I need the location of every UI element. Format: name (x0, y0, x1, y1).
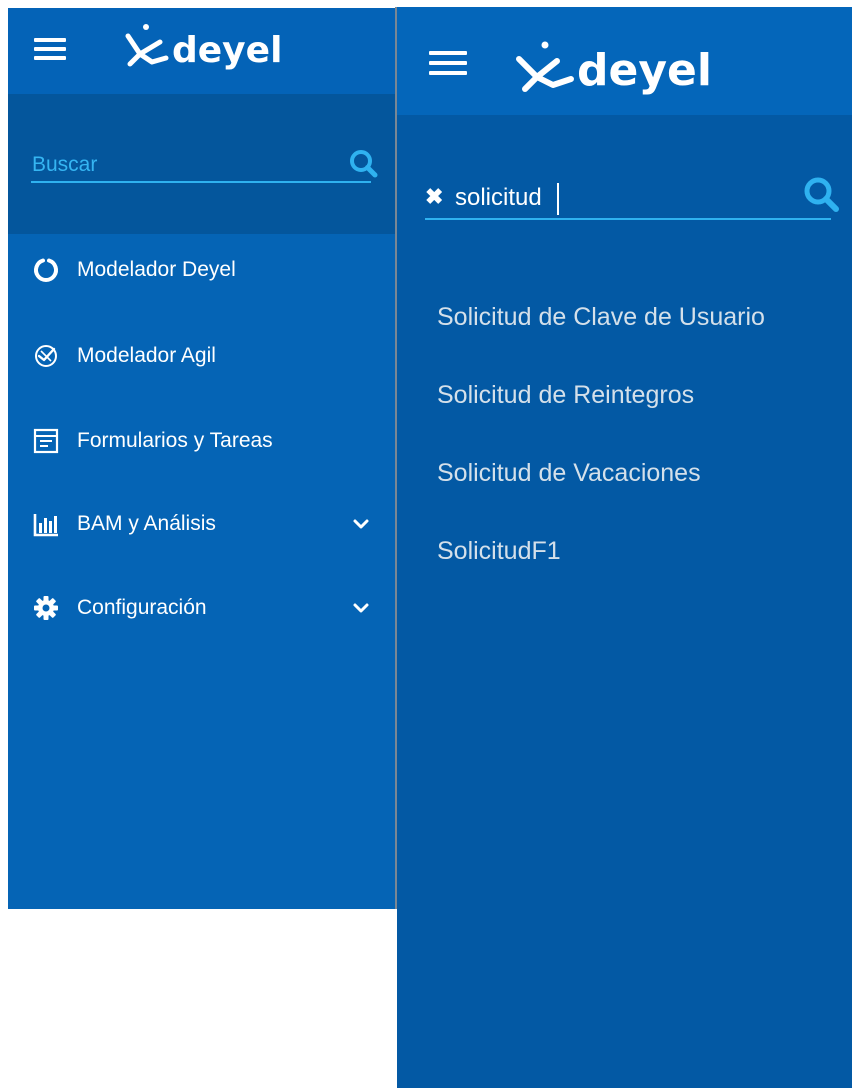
search-result-label: SolicitudF1 (437, 537, 561, 565)
bar-chart-icon (33, 514, 58, 537)
search-result-label: Solicitud de Vacaciones (437, 459, 701, 487)
menu-item-modelador-deyel[interactable]: Modelador Deyel (8, 240, 396, 300)
menu-item-label: Configuración (77, 596, 207, 619)
agile-modeler-icon (35, 345, 57, 367)
search-input[interactable] (32, 152, 332, 178)
svg-text:deyel: deyel (172, 30, 282, 71)
text-cursor (557, 183, 559, 215)
left-sidebar-panel: deyel Modelador Deyel Modelador Agil Fo (8, 8, 396, 909)
svg-text:deyel: deyel (577, 45, 712, 96)
right-search-panel: deyel ✖ Solicitud de Clave de Usuario So… (397, 7, 852, 1088)
menu-item-configuracion[interactable]: Configuración (8, 578, 396, 638)
circle-notch-icon (34, 258, 58, 283)
gear-icon (34, 596, 58, 620)
chevron-down-icon[interactable] (352, 516, 370, 532)
hamburger-menu-icon[interactable] (34, 38, 66, 65)
sidebar-header: deyel (397, 7, 852, 115)
deyel-logo[interactable]: deyel (110, 20, 338, 76)
clear-search-icon[interactable]: ✖ (425, 183, 449, 211)
search-icon[interactable] (802, 175, 842, 215)
deyel-logo[interactable]: deyel (511, 35, 783, 99)
search-result-item[interactable]: Solicitud de Reintegros (437, 381, 694, 421)
menu-item-label: Modelador Deyel (77, 258, 236, 281)
search-result-item[interactable]: Solicitud de Clave de Usuario (437, 303, 765, 343)
form-icon (33, 428, 59, 454)
menu-item-modelador-agil[interactable]: Modelador Agil (8, 326, 396, 386)
search-input[interactable] (455, 182, 785, 214)
chevron-down-icon[interactable] (352, 600, 370, 616)
search-result-label: Solicitud de Reintegros (437, 381, 695, 409)
search-icon[interactable] (348, 148, 380, 180)
search-underline (31, 181, 371, 183)
hamburger-menu-icon[interactable] (429, 51, 467, 81)
menu-item-label: Modelador Agil (77, 344, 216, 367)
menu-item-label: Formularios y Tareas (77, 429, 273, 452)
search-area (8, 94, 396, 234)
search-result-label: Solicitud de Clave de Usuario (437, 303, 765, 331)
menu-item-bam-analisis[interactable]: BAM y Análisis (8, 494, 396, 554)
search-result-item[interactable]: SolicitudF1 (437, 537, 561, 577)
sidebar-header: deyel (8, 8, 396, 94)
search-underline (425, 218, 831, 220)
menu-item-formularios-tareas[interactable]: Formularios y Tareas (8, 411, 396, 471)
search-result-item[interactable]: Solicitud de Vacaciones (437, 459, 701, 499)
menu-item-label: BAM y Análisis (77, 512, 216, 535)
